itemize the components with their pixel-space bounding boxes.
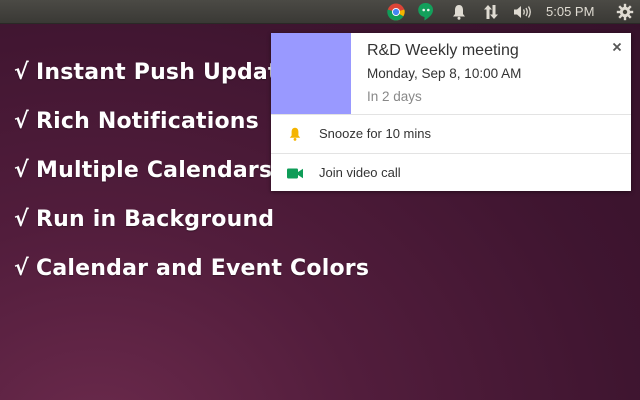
feature-label: Run in Background: [36, 207, 275, 232]
join-video-call-button[interactable]: Join video call: [271, 153, 631, 191]
volume-icon[interactable]: [511, 0, 535, 24]
check-mark: √: [14, 60, 29, 85]
event-relative-time: In 2 days: [367, 89, 422, 104]
check-mark: √: [14, 109, 29, 134]
network-transfer-icon[interactable]: [480, 0, 502, 24]
check-mark: √: [14, 207, 29, 232]
video-camera-icon: [287, 166, 303, 180]
snooze-button[interactable]: Snooze for 10 mins: [271, 114, 631, 152]
bell-icon: [287, 127, 303, 141]
feature-label: Multiple Calendars: [36, 158, 273, 183]
gear-icon[interactable]: [614, 0, 636, 24]
feature-label: Calendar and Event Colors: [36, 256, 370, 281]
top-panel: 5:05 PM: [0, 0, 640, 24]
event-datetime: Monday, Sep 8, 10:00 AM: [367, 66, 522, 81]
close-icon: [612, 42, 622, 52]
snooze-label: Snooze for 10 mins: [319, 126, 432, 141]
hangouts-icon[interactable]: [415, 0, 437, 24]
event-notification[interactable]: R&D Weekly meeting Monday, Sep 8, 10:00 …: [271, 33, 631, 191]
feature-item: √ Calendar and Event Colors: [14, 252, 369, 301]
join-video-call-label: Join video call: [319, 165, 401, 180]
event-title: R&D Weekly meeting: [367, 42, 519, 59]
bell-icon[interactable]: [449, 0, 469, 24]
check-mark: √: [14, 158, 29, 183]
close-button[interactable]: [609, 39, 625, 55]
feature-item: √ Run in Background: [14, 203, 369, 252]
feature-label: Rich Notifications: [36, 109, 259, 134]
feature-label: Instant Push Update: [36, 60, 294, 85]
clock[interactable]: 5:05 PM: [546, 0, 594, 24]
calendar-color-swatch: [271, 33, 351, 114]
chrome-icon[interactable]: [385, 0, 407, 24]
check-mark: √: [14, 256, 29, 281]
